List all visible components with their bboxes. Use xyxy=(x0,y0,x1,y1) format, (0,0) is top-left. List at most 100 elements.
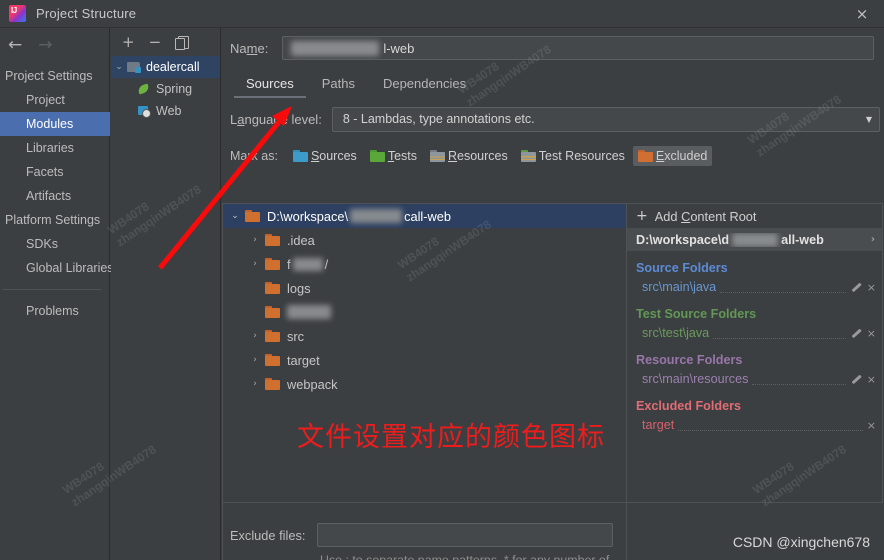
mark-as-sources-button[interactable]: Sources xyxy=(288,146,362,166)
module-toolbar: + − xyxy=(111,28,220,56)
sidebar-item-problems[interactable]: Problems xyxy=(0,299,109,323)
mark-as-tests-button[interactable]: Tests xyxy=(365,146,422,166)
sidebar-item-artifacts[interactable]: Artifacts xyxy=(0,184,109,208)
test-source-folders-header: Test Source Folders xyxy=(636,307,757,321)
resource-folder-item[interactable]: src\main\resources × xyxy=(627,369,882,389)
language-level-select[interactable]: 8 - Lambdas, type annotations etc. ▼ xyxy=(331,106,880,132)
chevron-down-icon[interactable]: ▼ xyxy=(866,115,872,124)
redacted-name-part xyxy=(291,40,380,56)
folder-orange-icon xyxy=(245,210,260,222)
forward-arrow-icon[interactable]: → xyxy=(38,36,52,54)
pencil-icon[interactable] xyxy=(850,327,862,339)
tree-row[interactable]: logs xyxy=(223,276,626,300)
mark-as-resources-button[interactable]: Resources xyxy=(425,146,513,166)
test-source-folder-item[interactable]: src\test\java × xyxy=(627,323,882,343)
module-name-label: Name: xyxy=(230,40,269,56)
sidebar-group-platform-settings: Platform Settings xyxy=(5,213,101,227)
tree-row[interactable]: ⌄ D:\workspace\ call-web xyxy=(223,204,626,228)
close-icon[interactable]: × xyxy=(840,0,884,28)
mark-as-excluded-label: Excluded xyxy=(655,149,708,163)
folder-orange-icon xyxy=(265,378,280,390)
sources-content-area: ⌄ D:\workspace\ call-web › .idea › f / l… xyxy=(222,203,884,503)
module-icon xyxy=(127,61,141,73)
tab-paths[interactable]: Paths xyxy=(308,68,369,98)
sidebar-item-modules[interactable]: Modules xyxy=(0,112,110,136)
content-root-file-tree[interactable]: ⌄ D:\workspace\ call-web › .idea › f / l… xyxy=(222,203,627,503)
chevron-right-icon[interactable]: › xyxy=(245,331,265,341)
sidebar-item-sdks[interactable]: SDKs xyxy=(0,232,109,256)
chevron-right-icon[interactable]: › xyxy=(245,355,265,365)
tab-sources[interactable]: Sources xyxy=(232,68,308,98)
add-content-root-button[interactable]: + Add Content Root xyxy=(627,204,882,228)
folder-orange-icon xyxy=(265,258,280,270)
remove-icon[interactable]: × xyxy=(867,327,876,340)
remove-icon[interactable]: × xyxy=(867,281,876,294)
redacted-folder-name xyxy=(287,305,331,319)
copy-icon[interactable] xyxy=(175,35,190,50)
sidebar-item-global-libraries[interactable]: Global Libraries xyxy=(0,256,114,280)
tree-row-label: .idea xyxy=(287,232,315,248)
module-facet-label: Web xyxy=(156,104,182,118)
module-editor-panel: Name: l-web Sources Paths Dependencies L… xyxy=(222,28,884,560)
pencil-icon[interactable] xyxy=(850,373,862,385)
tree-row-label: f xyxy=(287,256,291,272)
content-root-path-header[interactable]: D:\workspace\d all-web › xyxy=(627,228,882,251)
back-arrow-icon[interactable]: ← xyxy=(8,36,22,54)
mark-as-test-resources-button[interactable]: Test Resources xyxy=(516,146,630,166)
pencil-icon[interactable] xyxy=(850,281,862,293)
folder-green-icon xyxy=(369,150,385,162)
module-tree-item-label: dealercall xyxy=(146,60,200,74)
tree-row[interactable]: › target xyxy=(223,348,626,372)
chevron-right-icon[interactable]: › xyxy=(245,235,265,245)
chevron-down-icon[interactable]: ⌄ xyxy=(225,211,245,221)
resource-folders-header: Resource Folders xyxy=(636,353,743,367)
add-module-button[interactable]: + xyxy=(122,34,135,50)
intellij-idea-logo-icon xyxy=(9,5,26,22)
remove-icon[interactable]: × xyxy=(867,419,876,432)
chevron-right-icon[interactable]: › xyxy=(871,234,875,245)
tree-row[interactable]: › f / xyxy=(223,252,626,276)
tree-row[interactable]: › src xyxy=(223,324,626,348)
tree-row-label: webpack xyxy=(287,376,338,392)
add-content-root-label: Add Content Root xyxy=(654,208,757,224)
plus-icon: + xyxy=(636,208,648,224)
tree-row[interactable] xyxy=(223,300,626,324)
tree-row[interactable]: › webpack xyxy=(223,372,626,396)
remove-icon[interactable]: × xyxy=(867,373,876,386)
exclude-files-input[interactable] xyxy=(317,523,613,547)
tree-row-label-suffix: call-web xyxy=(404,208,452,224)
module-list-panel: + − ⌄ dealercall Spring Web xyxy=(111,28,221,560)
module-name-input[interactable]: l-web xyxy=(282,36,874,60)
tree-row[interactable]: › .idea xyxy=(223,228,626,252)
mark-as-excluded-button[interactable]: Excluded xyxy=(632,146,713,166)
remove-module-button[interactable]: − xyxy=(149,34,162,50)
sidebar-item-facets[interactable]: Facets xyxy=(0,160,109,184)
tab-dependencies[interactable]: Dependencies xyxy=(369,68,480,98)
mark-as-resources-label: Resources xyxy=(448,149,508,163)
mark-as-tests-label: Tests xyxy=(387,149,417,163)
language-level-value: 8 - Lambdas, type annotations etc. xyxy=(342,112,535,126)
module-facet-spring[interactable]: Spring xyxy=(111,78,220,100)
sidebar-item-libraries[interactable]: Libraries xyxy=(0,136,109,160)
test-source-folder-path: src\test\java xyxy=(642,326,710,340)
chevron-right-icon[interactable]: › xyxy=(245,379,265,389)
dotted-filler xyxy=(720,282,846,293)
spring-icon xyxy=(137,83,151,95)
title-bar: Project Structure × xyxy=(0,0,884,28)
excluded-folder-item[interactable]: target × xyxy=(627,415,882,435)
source-folder-path: src\main\java xyxy=(642,280,717,294)
chevron-down-icon[interactable]: ⌄ xyxy=(111,62,127,72)
module-tree-item-dealercall[interactable]: ⌄ dealercall xyxy=(111,56,220,78)
mark-as-sources-label: Sources xyxy=(310,149,357,163)
sidebar-item-project[interactable]: Project xyxy=(0,88,109,112)
source-folder-item[interactable]: src\main\java × xyxy=(627,277,882,297)
dotted-filler xyxy=(678,420,863,431)
chevron-right-icon[interactable]: › xyxy=(245,259,265,269)
exclude-files-hint: Use ; to separate name patterns, * for a… xyxy=(320,553,610,560)
module-facet-web[interactable]: Web xyxy=(111,100,220,122)
mark-as-label: Mark as: xyxy=(230,149,278,163)
sidebar-group-project-settings: Project Settings xyxy=(5,69,93,83)
module-facet-label: Spring xyxy=(156,82,193,96)
folder-orange-icon xyxy=(265,354,280,366)
dotted-filler xyxy=(713,328,846,339)
